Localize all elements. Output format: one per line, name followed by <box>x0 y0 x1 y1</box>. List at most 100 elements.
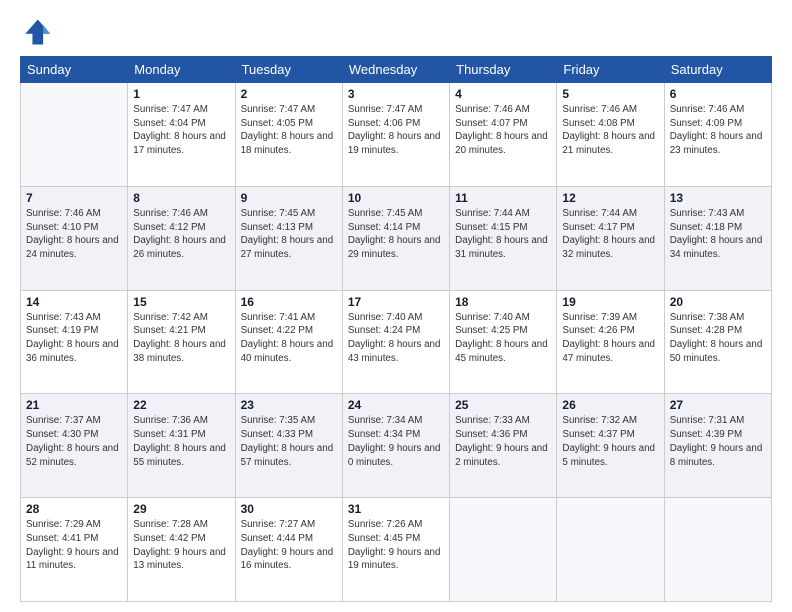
day-number: 2 <box>241 87 337 101</box>
day-cell: 6 Sunrise: 7:46 AMSunset: 4:09 PMDaylight… <box>664 83 771 187</box>
day-info: Sunrise: 7:42 AMSunset: 4:21 PMDaylight:… <box>133 311 229 366</box>
week-row-2: 7 Sunrise: 7:46 AMSunset: 4:10 PMDaylight… <box>21 186 772 290</box>
header <box>20 16 772 48</box>
day-number: 26 <box>562 398 658 412</box>
day-cell: 25 Sunrise: 7:33 AMSunset: 4:36 PMDayligh… <box>450 394 557 498</box>
day-number: 23 <box>241 398 337 412</box>
page: SundayMondayTuesdayWednesdayThursdayFrid… <box>0 0 792 612</box>
day-cell: 18 Sunrise: 7:40 AMSunset: 4:25 PMDayligh… <box>450 290 557 394</box>
day-headers-row: SundayMondayTuesdayWednesdayThursdayFrid… <box>21 57 772 83</box>
col-header-thursday: Thursday <box>450 57 557 83</box>
day-cell: 26 Sunrise: 7:32 AMSunset: 4:37 PMDayligh… <box>557 394 664 498</box>
day-info: Sunrise: 7:46 AMSunset: 4:08 PMDaylight:… <box>562 103 658 158</box>
day-number: 30 <box>241 502 337 516</box>
day-number: 17 <box>348 295 444 309</box>
day-cell <box>450 498 557 602</box>
day-info: Sunrise: 7:44 AMSunset: 4:15 PMDaylight:… <box>455 207 551 262</box>
day-cell: 14 Sunrise: 7:43 AMSunset: 4:19 PMDayligh… <box>21 290 128 394</box>
day-info: Sunrise: 7:46 AMSunset: 4:10 PMDaylight:… <box>26 207 122 262</box>
day-info: Sunrise: 7:38 AMSunset: 4:28 PMDaylight:… <box>670 311 766 366</box>
day-cell: 31Sunrise: 7:26 AMSunset: 4:45 PMDayligh… <box>342 498 449 602</box>
calendar-table: SundayMondayTuesdayWednesdayThursdayFrid… <box>20 56 772 602</box>
week-row-3: 14 Sunrise: 7:43 AMSunset: 4:19 PMDayligh… <box>21 290 772 394</box>
day-info: Sunrise: 7:37 AMSunset: 4:30 PMDaylight:… <box>26 414 122 469</box>
day-number: 1 <box>133 87 229 101</box>
week-row-4: 21 Sunrise: 7:37 AMSunset: 4:30 PMDayligh… <box>21 394 772 498</box>
day-cell: 17 Sunrise: 7:40 AMSunset: 4:24 PMDayligh… <box>342 290 449 394</box>
day-cell: 24Sunrise: 7:34 AMSunset: 4:34 PMDayligh… <box>342 394 449 498</box>
day-info: Sunrise: 7:39 AMSunset: 4:26 PMDaylight:… <box>562 311 658 366</box>
day-cell: 2 Sunrise: 7:47 AMSunset: 4:05 PMDaylight… <box>235 83 342 187</box>
day-cell: 30 Sunrise: 7:27 AMSunset: 4:44 PMDayligh… <box>235 498 342 602</box>
logo <box>20 16 56 48</box>
day-info: Sunrise: 7:47 AMSunset: 4:04 PMDaylight:… <box>133 103 229 158</box>
day-number: 4 <box>455 87 551 101</box>
week-row-5: 28 Sunrise: 7:29 AMSunset: 4:41 PMDayligh… <box>21 498 772 602</box>
day-info: Sunrise: 7:32 AMSunset: 4:37 PMDaylight:… <box>562 414 658 469</box>
day-info: Sunrise: 7:35 AMSunset: 4:33 PMDaylight:… <box>241 414 337 469</box>
day-number: 10 <box>348 191 444 205</box>
day-info: Sunrise: 7:44 AMSunset: 4:17 PMDaylight:… <box>562 207 658 262</box>
day-number: 3 <box>348 87 444 101</box>
day-number: 15 <box>133 295 229 309</box>
day-cell: 21 Sunrise: 7:37 AMSunset: 4:30 PMDayligh… <box>21 394 128 498</box>
day-info: Sunrise: 7:40 AMSunset: 4:24 PMDaylight:… <box>348 311 444 366</box>
day-cell: 20 Sunrise: 7:38 AMSunset: 4:28 PMDayligh… <box>664 290 771 394</box>
day-info: Sunrise: 7:47 AMSunset: 4:06 PMDaylight:… <box>348 103 444 158</box>
day-number: 22 <box>133 398 229 412</box>
day-info: Sunrise: 7:34 AMSunset: 4:34 PMDaylight:… <box>348 414 444 469</box>
day-info: Sunrise: 7:28 AMSunset: 4:42 PMDaylight:… <box>133 518 229 573</box>
day-info: Sunrise: 7:40 AMSunset: 4:25 PMDaylight:… <box>455 311 551 366</box>
day-number: 25 <box>455 398 551 412</box>
day-number: 31 <box>348 502 444 516</box>
day-info: Sunrise: 7:33 AMSunset: 4:36 PMDaylight:… <box>455 414 551 469</box>
col-header-sunday: Sunday <box>21 57 128 83</box>
col-header-monday: Monday <box>128 57 235 83</box>
day-cell: 12Sunrise: 7:44 AMSunset: 4:17 PMDayligh… <box>557 186 664 290</box>
day-cell: 29Sunrise: 7:28 AMSunset: 4:42 PMDayligh… <box>128 498 235 602</box>
day-number: 27 <box>670 398 766 412</box>
day-cell: 13Sunrise: 7:43 AMSunset: 4:18 PMDayligh… <box>664 186 771 290</box>
day-cell: 8 Sunrise: 7:46 AMSunset: 4:12 PMDaylight… <box>128 186 235 290</box>
day-cell <box>557 498 664 602</box>
day-number: 7 <box>26 191 122 205</box>
day-cell <box>21 83 128 187</box>
week-row-1: 1 Sunrise: 7:47 AMSunset: 4:04 PMDaylight… <box>21 83 772 187</box>
day-number: 28 <box>26 502 122 516</box>
day-info: Sunrise: 7:29 AMSunset: 4:41 PMDaylight:… <box>26 518 122 573</box>
day-info: Sunrise: 7:47 AMSunset: 4:05 PMDaylight:… <box>241 103 337 158</box>
day-cell: 7 Sunrise: 7:46 AMSunset: 4:10 PMDaylight… <box>21 186 128 290</box>
day-cell: 5 Sunrise: 7:46 AMSunset: 4:08 PMDaylight… <box>557 83 664 187</box>
day-cell: 19Sunrise: 7:39 AMSunset: 4:26 PMDayligh… <box>557 290 664 394</box>
day-number: 16 <box>241 295 337 309</box>
day-info: Sunrise: 7:31 AMSunset: 4:39 PMDaylight:… <box>670 414 766 469</box>
day-number: 5 <box>562 87 658 101</box>
day-number: 6 <box>670 87 766 101</box>
day-cell: 10Sunrise: 7:45 AMSunset: 4:14 PMDayligh… <box>342 186 449 290</box>
day-info: Sunrise: 7:46 AMSunset: 4:12 PMDaylight:… <box>133 207 229 262</box>
day-cell: 11Sunrise: 7:44 AMSunset: 4:15 PMDayligh… <box>450 186 557 290</box>
day-cell: 3 Sunrise: 7:47 AMSunset: 4:06 PMDaylight… <box>342 83 449 187</box>
day-number: 9 <box>241 191 337 205</box>
day-info: Sunrise: 7:27 AMSunset: 4:44 PMDaylight:… <box>241 518 337 573</box>
day-number: 14 <box>26 295 122 309</box>
day-info: Sunrise: 7:46 AMSunset: 4:07 PMDaylight:… <box>455 103 551 158</box>
col-header-wednesday: Wednesday <box>342 57 449 83</box>
day-info: Sunrise: 7:46 AMSunset: 4:09 PMDaylight:… <box>670 103 766 158</box>
day-cell: 1 Sunrise: 7:47 AMSunset: 4:04 PMDaylight… <box>128 83 235 187</box>
col-header-saturday: Saturday <box>664 57 771 83</box>
day-cell: 27 Sunrise: 7:31 AMSunset: 4:39 PMDayligh… <box>664 394 771 498</box>
day-cell: 22 Sunrise: 7:36 AMSunset: 4:31 PMDayligh… <box>128 394 235 498</box>
day-number: 21 <box>26 398 122 412</box>
day-info: Sunrise: 7:45 AMSunset: 4:13 PMDaylight:… <box>241 207 337 262</box>
day-number: 20 <box>670 295 766 309</box>
day-cell: 16Sunrise: 7:41 AMSunset: 4:22 PMDayligh… <box>235 290 342 394</box>
col-header-tuesday: Tuesday <box>235 57 342 83</box>
day-cell: 23 Sunrise: 7:35 AMSunset: 4:33 PMDayligh… <box>235 394 342 498</box>
day-number: 8 <box>133 191 229 205</box>
day-cell: 28 Sunrise: 7:29 AMSunset: 4:41 PMDayligh… <box>21 498 128 602</box>
day-info: Sunrise: 7:43 AMSunset: 4:19 PMDaylight:… <box>26 311 122 366</box>
day-number: 18 <box>455 295 551 309</box>
day-info: Sunrise: 7:36 AMSunset: 4:31 PMDaylight:… <box>133 414 229 469</box>
logo-icon <box>20 16 52 48</box>
